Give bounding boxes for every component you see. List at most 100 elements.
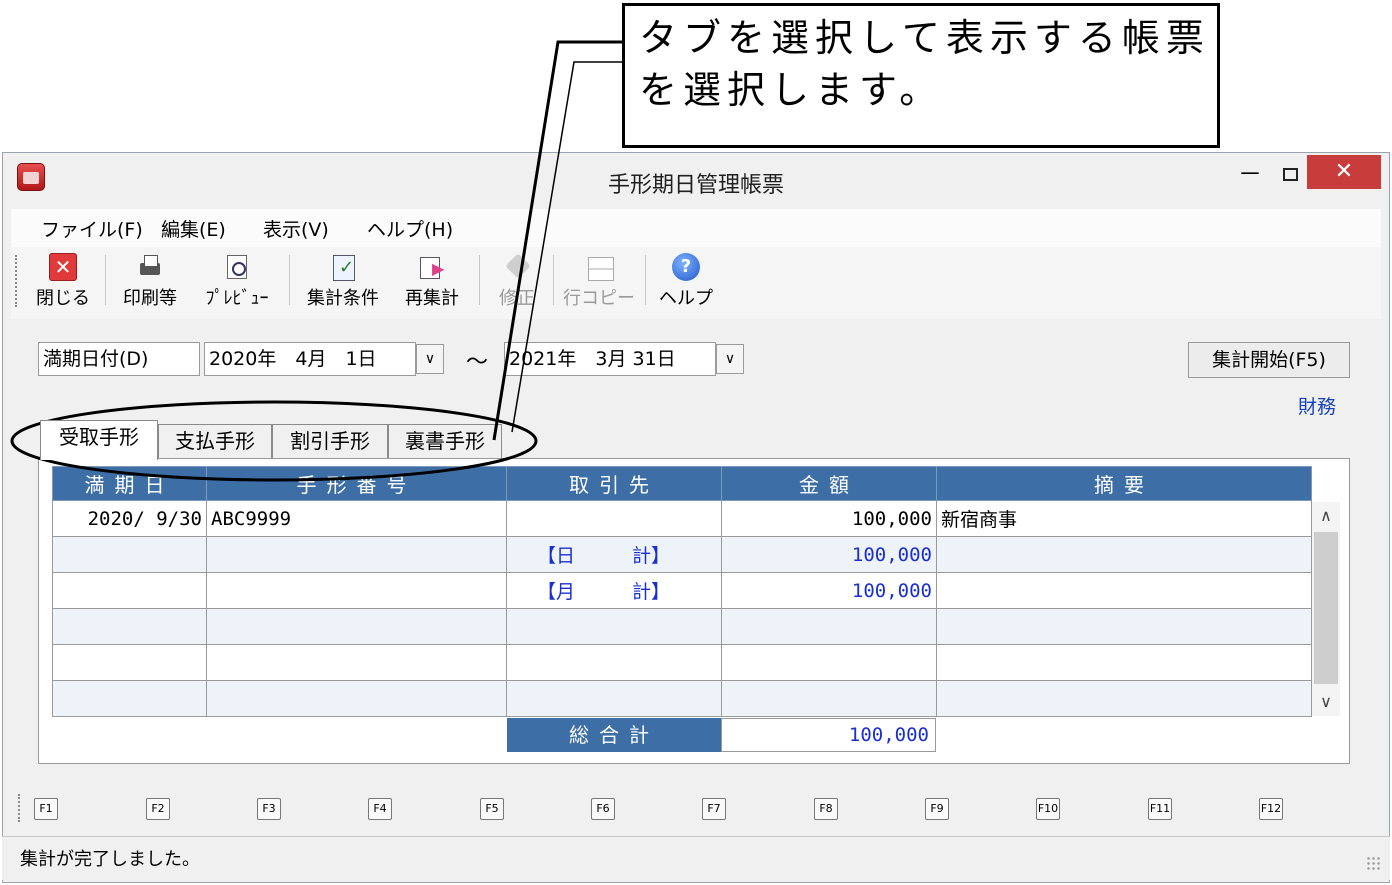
- tab-discounted-notes[interactable]: 割引手形: [272, 424, 388, 458]
- menu-file[interactable]: ファイル(F): [41, 215, 143, 242]
- cell-due-date: 2020/ 9/30: [52, 500, 207, 537]
- table-row[interactable]: [52, 608, 1312, 645]
- date-to-dropdown[interactable]: ∨: [716, 344, 744, 374]
- date-to-field[interactable]: 2021年 3月 31日: [504, 342, 716, 376]
- close-button-label: 閉じる: [36, 288, 90, 309]
- table-row[interactable]: [52, 680, 1312, 717]
- column-header[interactable]: 手形番号: [206, 466, 507, 501]
- cell-partner: [506, 500, 722, 537]
- f6-key[interactable]: F6: [591, 798, 615, 820]
- close-button[interactable]: ✕ 閉じる: [31, 251, 95, 313]
- date-from-dropdown[interactable]: ∨: [416, 344, 444, 374]
- toolbar-separator: [645, 255, 646, 305]
- preview-button-label: ﾌﾟﾚﾋﾞｭｰ: [205, 288, 269, 309]
- toolbar-grip[interactable]: [15, 255, 18, 307]
- cell-partner: [506, 644, 722, 681]
- cell-partner: 【月 計】: [506, 572, 722, 609]
- cell-due-date: [52, 536, 207, 573]
- row-copy-button[interactable]: 行コピー: [559, 251, 639, 313]
- scroll-thumb[interactable]: [1314, 532, 1338, 684]
- date-range-separator: ～: [466, 350, 489, 375]
- conditions-button[interactable]: 集計条件: [297, 251, 389, 313]
- table-row[interactable]: [52, 644, 1312, 681]
- column-header[interactable]: 満期日: [52, 466, 207, 501]
- conditions-button-label: 集計条件: [307, 288, 379, 309]
- toolbar-separator: [553, 255, 554, 305]
- function-key-bar: F1 F2 F3 F4 F5 F6 F7 F8 F9 F10 F11 F12: [8, 788, 1378, 830]
- window-title: 手形期日管理帳票: [607, 173, 784, 198]
- maximize-icon: [1282, 168, 1298, 181]
- grand-total-value: 100,000: [721, 718, 936, 752]
- reaggregate-button[interactable]: 再集計: [395, 251, 469, 313]
- cell-note-number: [206, 608, 507, 645]
- due-date-label: 満期日付(D): [38, 342, 200, 376]
- cell-note-number: [206, 536, 507, 573]
- date-from-field[interactable]: 2020年 4月 1日: [204, 342, 416, 376]
- table-row[interactable]: 2020/ 9/30 ABC9999 100,000 新宿商事: [52, 500, 1312, 537]
- close-window-button[interactable]: ✕: [1307, 155, 1381, 189]
- cell-note-number: ABC9999: [206, 500, 507, 537]
- f2-key[interactable]: F2: [146, 798, 170, 820]
- resize-grip[interactable]: [1366, 856, 1382, 872]
- scroll-down-icon[interactable]: ∨: [1312, 692, 1340, 711]
- status-bar: 集計が完了しました。: [2, 836, 1390, 880]
- f1-key[interactable]: F1: [34, 798, 58, 820]
- print-button[interactable]: 印刷等: [115, 251, 185, 313]
- cell-due-date: [52, 680, 207, 717]
- cell-note-number: [206, 644, 507, 681]
- row-copy-icon: [585, 253, 614, 281]
- f9-key[interactable]: F9: [925, 798, 949, 820]
- column-header[interactable]: 金額: [721, 466, 937, 501]
- f5-key[interactable]: F5: [480, 798, 504, 820]
- reaggregate-button-label: 再集計: [405, 288, 459, 309]
- tab-receivable-notes[interactable]: 受取手形: [40, 420, 158, 460]
- help-button-label: ヘルプ: [659, 288, 713, 309]
- f8-key[interactable]: F8: [814, 798, 838, 820]
- f4-key[interactable]: F4: [368, 798, 392, 820]
- row-copy-button-label: 行コピー: [563, 288, 635, 309]
- cell-memo: 新宿商事: [936, 500, 1312, 537]
- tab-endorsed-notes[interactable]: 裏書手形: [388, 424, 502, 458]
- notes-table: 満期日 手形番号 取引先 金額 摘要 2020/ 9/30 ABC9999 10…: [52, 466, 1312, 717]
- menu-edit[interactable]: 編集(E): [161, 215, 226, 242]
- toolbar-separator: [105, 255, 106, 305]
- preview-button[interactable]: ﾌﾟﾚﾋﾞｭｰ: [195, 251, 279, 313]
- minimize-button[interactable]: －: [1231, 157, 1269, 195]
- table-row[interactable]: 【月 計】 100,000: [52, 572, 1312, 609]
- f3-key[interactable]: F3: [257, 798, 281, 820]
- cell-memo: [936, 644, 1312, 681]
- table-row[interactable]: 【日 計】 100,000: [52, 536, 1312, 573]
- menu-view[interactable]: 表示(V): [263, 215, 329, 242]
- f7-key[interactable]: F7: [702, 798, 726, 820]
- cell-due-date: [52, 608, 207, 645]
- callout-box: タブを選択して表示する帳票 を選択します。: [622, 3, 1220, 148]
- tab-payable-notes[interactable]: 支払手形: [158, 424, 272, 458]
- cell-amount: [721, 608, 937, 645]
- help-button[interactable]: ? ヘルプ: [653, 251, 719, 313]
- scroll-up-icon[interactable]: ∧: [1312, 506, 1340, 525]
- cell-partner: [506, 680, 722, 717]
- cell-due-date: [52, 644, 207, 681]
- edit-button[interactable]: 修正: [487, 251, 547, 313]
- vertical-scrollbar[interactable]: ∧ ∨: [1312, 502, 1340, 716]
- cell-memo: [936, 680, 1312, 717]
- menu-help[interactable]: ヘルプ(H): [367, 215, 453, 242]
- function-bar-grip[interactable]: [18, 794, 21, 822]
- f11-key[interactable]: F11: [1148, 798, 1172, 820]
- maximize-button[interactable]: [1271, 157, 1309, 195]
- help-icon: ?: [672, 253, 700, 281]
- cell-amount: [721, 644, 937, 681]
- toolbar-separator: [289, 255, 290, 305]
- run-aggregation-button[interactable]: 集計開始(F5): [1188, 342, 1350, 378]
- column-header[interactable]: 取引先: [506, 466, 722, 501]
- f12-key[interactable]: F12: [1259, 798, 1283, 820]
- cell-memo: [936, 536, 1312, 573]
- cell-amount: 100,000: [721, 536, 937, 573]
- column-header[interactable]: 摘要: [936, 466, 1312, 501]
- f10-key[interactable]: F10: [1036, 798, 1060, 820]
- cell-note-number: [206, 572, 507, 609]
- menu-bar: ファイル(F) 編集(E) 表示(V) ヘルプ(H): [11, 209, 1381, 247]
- close-icon: ✕: [49, 253, 77, 281]
- category-link[interactable]: 財務: [1298, 392, 1336, 419]
- cell-amount: 100,000: [721, 572, 937, 609]
